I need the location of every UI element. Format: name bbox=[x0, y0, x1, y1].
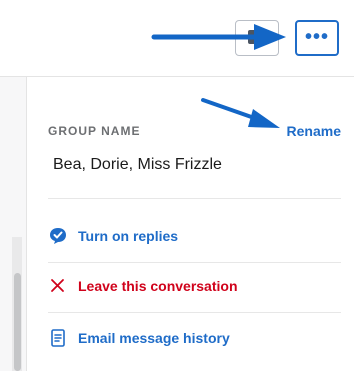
rename-link[interactable]: Rename bbox=[287, 123, 341, 139]
more-options-button[interactable]: ••• bbox=[295, 20, 339, 56]
conversation-details-panel: GROUP NAME Rename Bea, Dorie, Miss Frizz… bbox=[27, 77, 354, 371]
panel-toggle-icon bbox=[248, 30, 266, 44]
chat-bubble-check-icon bbox=[48, 226, 68, 246]
leave-conversation-label: Leave this conversation bbox=[78, 278, 238, 294]
divider bbox=[48, 262, 341, 263]
close-x-icon bbox=[48, 276, 68, 296]
group-name-heading: GROUP NAME bbox=[48, 124, 141, 138]
leave-conversation-button[interactable]: Leave this conversation bbox=[48, 274, 238, 298]
email-message-history-button[interactable]: Email message history bbox=[48, 326, 230, 350]
toggle-panel-button[interactable] bbox=[235, 20, 279, 56]
divider bbox=[48, 312, 341, 313]
document-icon bbox=[48, 328, 68, 348]
left-pane bbox=[0, 77, 27, 371]
divider bbox=[48, 198, 341, 199]
group-name-value: Bea, Dorie, Miss Frizzle bbox=[53, 156, 222, 173]
turn-on-replies-label: Turn on replies bbox=[78, 228, 179, 244]
more-dots-icon: ••• bbox=[304, 26, 329, 48]
scrollbar-thumb[interactable] bbox=[14, 273, 21, 371]
email-message-history-label: Email message history bbox=[78, 330, 230, 346]
turn-on-replies-button[interactable]: Turn on replies bbox=[48, 224, 178, 248]
top-toolbar: ••• bbox=[0, 0, 354, 77]
